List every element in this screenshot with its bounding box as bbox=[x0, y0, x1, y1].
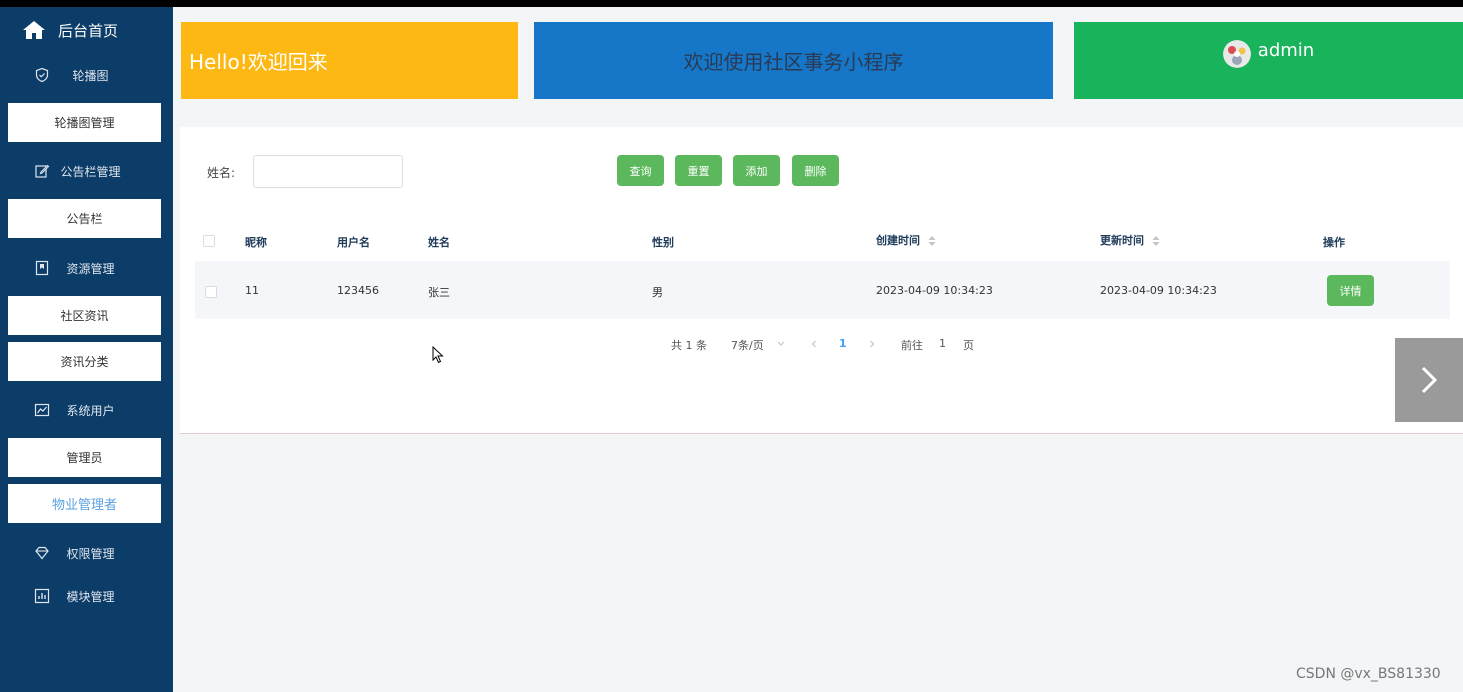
goto-prefix: 前往 bbox=[901, 339, 923, 352]
sidebar-item-admin[interactable]: 管理员 bbox=[8, 438, 161, 477]
query-button[interactable]: 查询 bbox=[617, 155, 664, 186]
mouse-cursor-icon bbox=[432, 346, 444, 364]
column-header-updated[interactable]: 更新时间 bbox=[1100, 232, 1160, 248]
sidebar-group-label: 系统用户 bbox=[66, 404, 115, 418]
column-header-action: 操作 bbox=[1323, 236, 1345, 249]
sidebar-group-module[interactable]: 模块管理 bbox=[0, 576, 173, 616]
column-header-updated-label: 更新时间 bbox=[1100, 234, 1144, 247]
welcome-card: 欢迎使用社区事务小程序 bbox=[534, 22, 1053, 99]
sidebar-group-carousel[interactable]: 轮播图 bbox=[0, 55, 173, 95]
chevron-down-icon[interactable] bbox=[776, 338, 786, 350]
pagination-total: 共 1 条 bbox=[671, 339, 707, 352]
table-header: 昵称 用户名 姓名 性别 创建时间 更新时间 操作 bbox=[195, 220, 1450, 260]
sidebar-group-label: 权限管理 bbox=[66, 547, 115, 561]
watermark: CSDN @vx_BS81330 bbox=[1296, 666, 1441, 682]
home-icon bbox=[23, 21, 45, 39]
cell-name: 张三 bbox=[428, 286, 450, 299]
column-header-gender: 性别 bbox=[652, 236, 674, 249]
name-search-input[interactable] bbox=[253, 155, 403, 188]
sidebar-home-label: 后台首页 bbox=[58, 22, 119, 40]
reset-button[interactable]: 重置 bbox=[675, 155, 722, 186]
column-header-created[interactable]: 创建时间 bbox=[876, 232, 936, 248]
detail-button[interactable]: 详情 bbox=[1327, 275, 1374, 306]
column-header-created-label: 创建时间 bbox=[876, 234, 920, 247]
hello-text: Hello!欢迎回来 bbox=[189, 50, 328, 74]
column-header-nickname: 昵称 bbox=[245, 236, 267, 249]
sidebar-group-label: 模块管理 bbox=[66, 590, 115, 604]
current-page-number[interactable]: 1 bbox=[839, 337, 847, 351]
goto-page-input[interactable]: 1 bbox=[939, 337, 946, 351]
page-size-select[interactable]: 7条/页 bbox=[731, 337, 764, 352]
sidebar-home[interactable]: 后台首页 bbox=[0, 7, 173, 52]
sidebar: 后台首页 轮播图 轮播图管理 公告栏管理 公告栏 资源管理 社区资讯 资讯分类 … bbox=[0, 7, 173, 692]
chevron-right-icon bbox=[1421, 366, 1438, 394]
sidebar-item-community-news[interactable]: 社区资讯 bbox=[8, 296, 161, 335]
table-row: 11 123456 张三 男 2023-04-09 10:34:23 2023-… bbox=[195, 261, 1450, 319]
sidebar-group-label: 资源管理 bbox=[66, 262, 115, 276]
cell-username: 123456 bbox=[337, 284, 379, 297]
user-card[interactable]: admin bbox=[1074, 22, 1463, 99]
sidebar-group-label: 公告栏管理 bbox=[60, 165, 121, 179]
sidebar-group-system-users[interactable]: 系统用户 bbox=[0, 390, 173, 430]
next-page-icon[interactable] bbox=[867, 338, 877, 350]
sidebar-group-permission[interactable]: 权限管理 bbox=[0, 533, 173, 573]
select-all-checkbox[interactable] bbox=[203, 235, 215, 247]
name-search-label: 姓名: bbox=[207, 166, 236, 180]
sidebar-item-notice[interactable]: 公告栏 bbox=[8, 199, 161, 238]
hello-card: Hello!欢迎回来 bbox=[181, 22, 518, 99]
sidebar-item-news-category[interactable]: 资讯分类 bbox=[8, 342, 161, 381]
sort-icon bbox=[1152, 236, 1160, 246]
delete-button[interactable]: 删除 bbox=[792, 155, 839, 186]
cell-nickname: 11 bbox=[245, 284, 259, 297]
sidebar-group-notice[interactable]: 公告栏管理 bbox=[0, 151, 173, 191]
prev-page-icon[interactable] bbox=[809, 338, 819, 350]
avatar bbox=[1222, 40, 1251, 68]
sidebar-item-carousel-manage[interactable]: 轮播图管理 bbox=[8, 103, 161, 142]
next-slide-button[interactable] bbox=[1395, 338, 1463, 422]
sidebar-group-label: 轮播图 bbox=[72, 69, 109, 83]
row-checkbox[interactable] bbox=[205, 286, 217, 298]
sidebar-item-property-manager[interactable]: 物业管理者 bbox=[8, 484, 161, 523]
top-bar bbox=[0, 0, 1463, 7]
cell-gender: 男 bbox=[652, 286, 663, 299]
sort-icon bbox=[928, 236, 936, 246]
sidebar-group-resource[interactable]: 资源管理 bbox=[0, 248, 173, 288]
goto-suffix: 页 bbox=[963, 339, 974, 352]
cell-created: 2023-04-09 10:34:23 bbox=[876, 284, 993, 297]
column-header-username: 用户名 bbox=[337, 236, 370, 249]
add-button[interactable]: 添加 bbox=[733, 155, 780, 186]
column-header-name: 姓名 bbox=[428, 236, 450, 249]
cell-updated: 2023-04-09 10:34:23 bbox=[1100, 284, 1217, 297]
username-text: admin bbox=[1257, 40, 1315, 61]
welcome-text: 欢迎使用社区事务小程序 bbox=[683, 50, 904, 74]
